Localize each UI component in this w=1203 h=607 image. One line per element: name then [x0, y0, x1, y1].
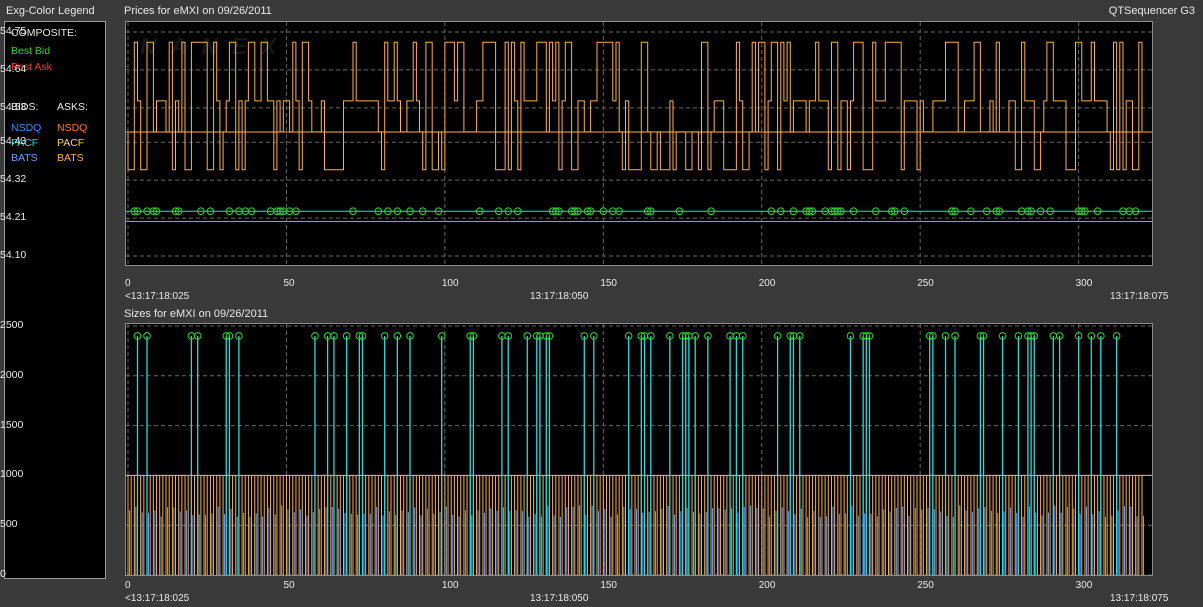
best-bid-label: Best Bid — [11, 45, 51, 57]
sizes-chart-title: Sizes for eMXI on 09/26/2011 — [124, 308, 269, 320]
price-xtick-label: 50 — [283, 278, 295, 289]
ask-nsdq-label: NSDQ — [57, 122, 88, 134]
size-xtick-label: 250 — [917, 580, 934, 591]
size-xtick-label: 200 — [758, 580, 776, 591]
size-xtick-label: 300 — [1075, 580, 1093, 591]
size-chart-svg — [126, 324, 1152, 575]
asks-header: ASKS: — [57, 101, 88, 113]
price-xtick-label: 200 — [758, 278, 776, 289]
size-ytick-label: 2000 — [0, 368, 24, 381]
prices-chart-title: Prices for eMXI on 09/26/2011 — [124, 5, 272, 17]
price-ytick-label: 54.43 — [0, 135, 27, 148]
price-time-label: <13:17:18:025 — [125, 291, 190, 302]
size-xtick-label: 50 — [283, 580, 295, 591]
nanex-watermark: NANEX — [140, 33, 291, 59]
legend-title: Exg-Color Legend — [6, 5, 95, 17]
app-name: QTSequencer G3 — [1108, 5, 1195, 17]
ask-pacf-label: PACF — [57, 137, 85, 149]
price-time-label: 13:17:18:050 — [530, 291, 589, 302]
size-xtick-label: 0 — [125, 580, 131, 591]
size-ytick-label: 1000 — [0, 468, 24, 481]
price-ytick-label: 54.32 — [0, 173, 27, 186]
ask-bats-label: BATS — [57, 152, 84, 164]
price-ytick-label: 54.64 — [0, 62, 27, 75]
bid-bats-label: BATS — [11, 152, 38, 164]
price-xtick-label: 300 — [1075, 278, 1093, 289]
bid-nsdq-label: NSDQ — [11, 122, 42, 134]
size-ytick-label: 1500 — [0, 418, 24, 431]
price-ytick-label: 54.21 — [0, 211, 27, 224]
size-ytick-label: 2500 — [0, 319, 24, 331]
price-ytick-label: 54.53 — [0, 100, 27, 113]
price-xtick-label: 100 — [441, 278, 459, 289]
size-time-label: <13:17:18:025 — [125, 593, 190, 604]
ask-price-line — [127, 41, 1143, 171]
price-xtick-label: 0 — [125, 278, 131, 289]
size-time-label: 13:17:18:075 — [1110, 593, 1169, 604]
price-xtick-label: 150 — [600, 278, 617, 289]
size-xtick-label: 100 — [441, 580, 459, 591]
price-ytick-label: 54.10 — [0, 249, 27, 261]
price-ytick-label: 54.75 — [0, 25, 27, 37]
size-time-label: 13:17:18:050 — [530, 593, 589, 604]
size-xtick-label: 150 — [600, 580, 617, 591]
size-ytick-label: 0 — [0, 568, 6, 580]
price-xtick-label: 250 — [917, 278, 934, 289]
size-ytick-label: 500 — [0, 518, 18, 531]
price-time-label: 13:17:18:075 — [1110, 291, 1169, 302]
size-chart-panel[interactable] — [125, 323, 1153, 576]
